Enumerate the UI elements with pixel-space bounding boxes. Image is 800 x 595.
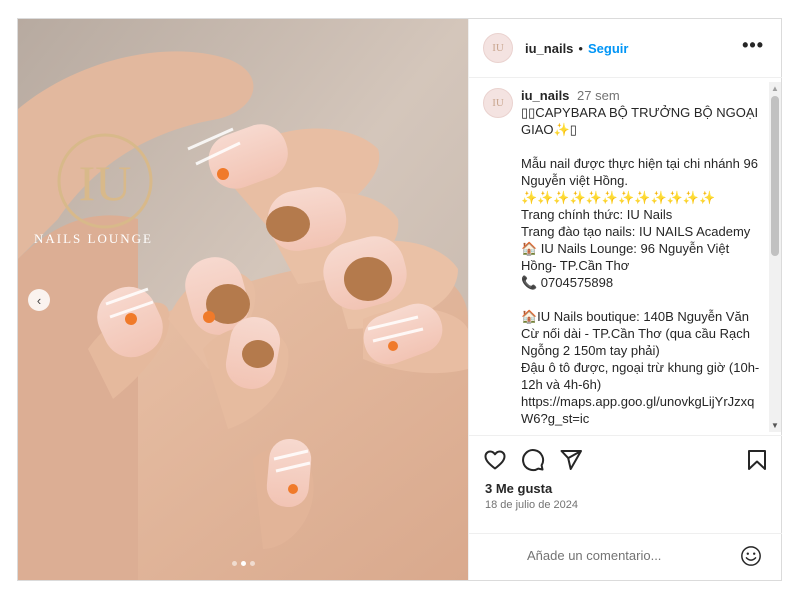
bookmark-icon[interactable] (745, 448, 769, 472)
post-photo[interactable]: IU NAILS LOUNGE ‹ (18, 19, 468, 580)
caption-line: Trang đào tạo nails: IU NAILS Academy (521, 224, 751, 239)
caption-line: ✨✨✨✨✨✨✨✨✨✨✨✨ (521, 190, 716, 205)
caption-line: Trang chính thức: IU Nails (521, 207, 673, 222)
logo-caption: NAILS LOUNGE (34, 231, 153, 246)
comment-input[interactable]: Añade un comentario... (527, 548, 661, 563)
heart-icon[interactable] (483, 448, 507, 472)
iu-logo: IU (57, 133, 153, 229)
comment-icon[interactable] (521, 448, 545, 472)
add-comment-bar: Añade un comentario... (469, 533, 782, 580)
send-icon[interactable] (559, 448, 583, 472)
header-separator: • (578, 40, 583, 56)
avatar[interactable]: IU (483, 33, 513, 63)
scroll-down-icon[interactable]: ▼ (771, 421, 779, 430)
comments-scrollbar[interactable]: ▲ ▼ (769, 82, 781, 432)
caption-line: 🏠IU Nails boutique: 140B Nguyễn Văn Cừ n… (521, 309, 754, 358)
header-username[interactable]: iu_nails (525, 41, 573, 56)
caption-line: ▯▯CAPYBARA BỘ TRƯỞNG BỘ NGOẠI GIAO✨▯ (521, 105, 762, 137)
logo-letters: IU (79, 155, 132, 211)
carousel-prev-button[interactable]: ‹ (28, 289, 50, 311)
likes-count[interactable]: 3 Me gusta (485, 481, 552, 496)
carousel-dot-active (241, 561, 246, 566)
caption-line: 🏠 IU Nails Lounge: 96 Nguyễn Việt Hồng- … (521, 241, 733, 273)
caption-line: Đậu ô tô được, ngoại trừ khung giờ (10h-… (521, 360, 760, 392)
avatar-text: IU (492, 97, 504, 109)
caption-line: Mẫu nail được thực hiện tại chi nhánh 96… (521, 156, 762, 188)
carousel-dot (250, 561, 255, 566)
caption-avatar[interactable]: IU (483, 88, 513, 118)
scroll-up-icon[interactable]: ▲ (771, 84, 779, 93)
post-header: IU iu_nails • Seguir ••• (469, 19, 782, 78)
avatar-text: IU (492, 42, 504, 54)
post-date[interactable]: 18 de julio de 2024 (485, 499, 578, 511)
post-modal: IU NAILS LOUNGE ‹ IU iu_nails • Seguir •… (17, 18, 782, 581)
carousel-dot (232, 561, 237, 566)
post-side-panel: IU iu_nails • Seguir ••• IU iu_nails 27 … (468, 19, 782, 580)
post-actions (469, 435, 782, 481)
carousel-indicator (232, 561, 255, 566)
comments-area[interactable]: IU iu_nails 27 sem ▯▯CAPYBARA BỘ TRƯỞNG … (469, 78, 782, 435)
scroll-thumb[interactable] (771, 96, 779, 256)
caption-time[interactable]: 27 sem (577, 88, 620, 103)
smiley-icon[interactable] (740, 545, 762, 567)
caption-username[interactable]: iu_nails (521, 88, 569, 103)
chevron-left-icon: ‹ (36, 292, 42, 308)
caption: iu_nails 27 sem ▯▯CAPYBARA BỘ TRƯỞNG BỘ … (521, 87, 761, 427)
follow-button[interactable]: Seguir (588, 41, 628, 56)
caption-link[interactable]: https://maps.app.goo.gl/unovkgLijYrJzxqW… (521, 393, 761, 427)
more-options-icon[interactable]: ••• (742, 35, 764, 56)
caption-line: 📞 0704575898 (521, 275, 614, 290)
